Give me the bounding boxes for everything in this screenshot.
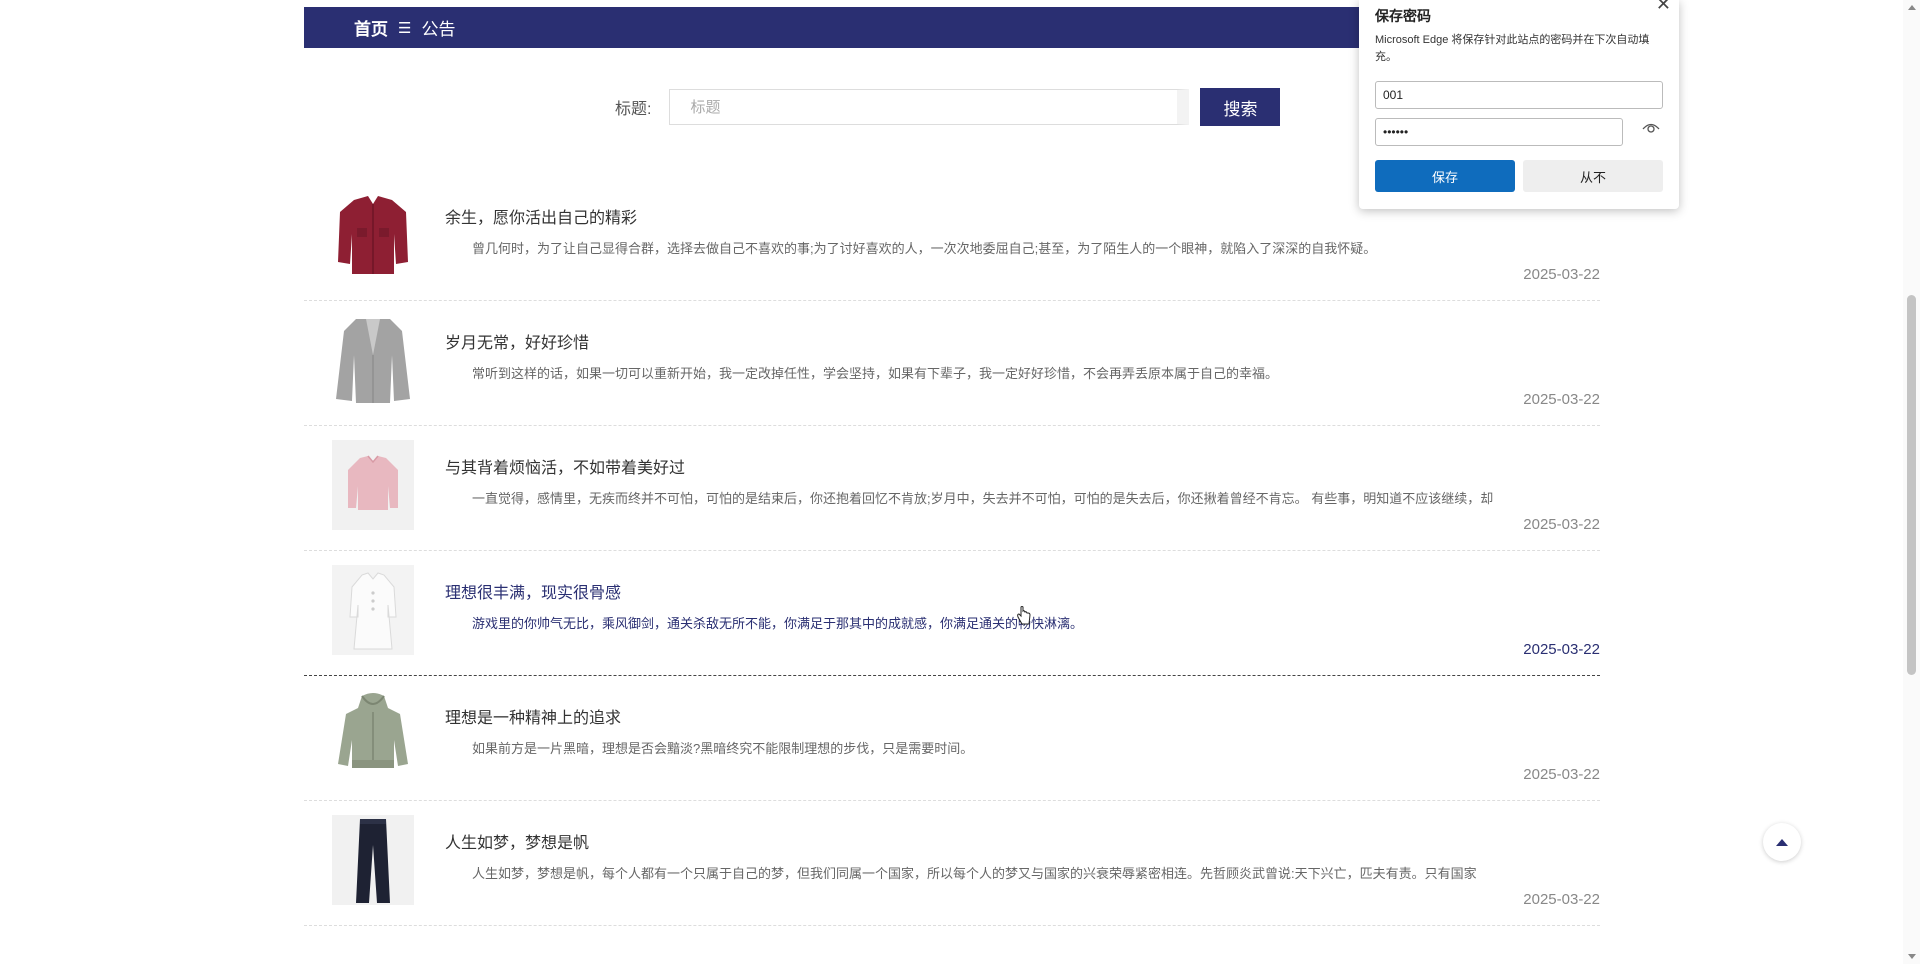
notice-thumbnail[interactable]	[332, 815, 414, 905]
notice-summary: 一直觉得，感情里，无疾而终并不可怕，可怕的是结束后，你还抱着回忆不肯放;岁月中，…	[472, 491, 1494, 506]
notice-thumbnail[interactable]	[332, 315, 414, 405]
search-button[interactable]: 搜索	[1200, 88, 1281, 126]
show-password-eye-icon[interactable]	[1642, 121, 1660, 140]
save-password-button[interactable]: 保存	[1375, 160, 1515, 192]
notice-title[interactable]: 与其背着烦恼活，不如带着美好过	[445, 454, 685, 478]
search-bar: 标题: 搜索	[615, 88, 1281, 126]
scroll-up-icon[interactable]	[1908, 5, 1916, 10]
breadcrumb-home-link[interactable]: 首页	[354, 15, 388, 40]
notice-thumbnail[interactable]	[332, 440, 414, 530]
notice-summary: 曾几何时，为了让自己显得合群，选择去做自己不喜欢的事;为了讨好喜欢的人，一次次地…	[472, 241, 1377, 256]
notice-list: 余生，愿你活出自己的精彩 曾几何时，为了让自己显得合群，选择去做自己不喜欢的事;…	[304, 176, 1600, 926]
notice-title[interactable]: 余生，愿你活出自己的精彩	[445, 204, 637, 228]
dialog-description: Microsoft Edge 将保存针对此站点的密码并在下次自动填充。	[1375, 34, 1650, 63]
breadcrumb-separator-icon: ☰	[398, 19, 412, 37]
page-scrollbar[interactable]	[1903, 0, 1920, 964]
scrollbar-thumb[interactable]	[1907, 295, 1916, 675]
notice-summary: 常听到这样的话，如果一切可以重新开始，我一定改掉任性，学会坚持，如果有下辈子，我…	[472, 366, 1279, 381]
notice-date: 2025-03-22	[1523, 641, 1600, 658]
notice-item[interactable]: 理想很丰满，现实很骨感 游戏里的你帅气无比，乘风御剑，通关杀敌无所不能，你满足于…	[304, 551, 1600, 676]
notice-item[interactable]: 人生如梦，梦想是帆 人生如梦，梦想是帆，每个人都有一个只属于自己的梦，但我们同属…	[304, 801, 1600, 926]
never-save-button[interactable]: 从不	[1523, 160, 1663, 192]
save-password-dialog: 保存密码 ✕ Microsoft Edge 将保存针对此站点的密码并在下次自动填…	[1359, 0, 1679, 209]
back-to-top-button[interactable]	[1763, 823, 1801, 861]
notice-page: 首页 ☰ 公告 标题: 搜索 余生，愿你活出自己的精彩 曾几何时，为了让自己显得…	[0, 0, 1920, 964]
hand-cursor-icon	[1017, 606, 1031, 631]
username-field[interactable]	[1375, 81, 1663, 109]
notice-summary: 如果前方是一片黑暗，理想是否会黯淡?黑暗终究不能限制理想的步伐，只是需要时间。	[472, 741, 974, 756]
notice-date: 2025-03-22	[1523, 391, 1600, 408]
scroll-down-icon[interactable]	[1908, 954, 1916, 959]
notice-item[interactable]: 岁月无常，好好珍惜 常听到这样的话，如果一切可以重新开始，我一定改掉任性，学会坚…	[304, 301, 1600, 426]
notice-date: 2025-03-22	[1523, 516, 1600, 533]
notice-title[interactable]: 理想很丰满，现实很骨感	[445, 579, 621, 603]
notice-date: 2025-03-22	[1523, 891, 1600, 908]
close-icon[interactable]: ✕	[1656, 0, 1671, 15]
notice-summary: 人生如梦，梦想是帆，每个人都有一个只属于自己的梦，但我们同属一个国家，所以每个人…	[472, 866, 1477, 881]
title-search-input[interactable]	[669, 89, 1190, 125]
notice-title[interactable]: 理想是一种精神上的追求	[445, 704, 621, 728]
notice-thumbnail[interactable]	[332, 190, 414, 280]
notice-item[interactable]: 与其背着烦恼活，不如带着美好过 一直觉得，感情里，无疾而终并不可怕，可怕的是结束…	[304, 426, 1600, 551]
dialog-title: 保存密码	[1375, 8, 1431, 24]
arrow-up-icon	[1776, 838, 1788, 846]
notice-date: 2025-03-22	[1523, 266, 1600, 283]
notice-title[interactable]: 岁月无常，好好珍惜	[445, 329, 589, 353]
password-field[interactable]	[1375, 118, 1623, 146]
search-label: 标题:	[615, 101, 652, 118]
notice-title[interactable]: 人生如梦，梦想是帆	[445, 829, 589, 853]
notice-thumbnail[interactable]	[332, 690, 414, 780]
notice-thumbnail[interactable]	[332, 565, 414, 655]
notice-item[interactable]: 理想是一种精神上的追求 如果前方是一片黑暗，理想是否会黯淡?黑暗终究不能限制理想…	[304, 676, 1600, 801]
breadcrumb-current: 公告	[421, 20, 456, 39]
notice-date: 2025-03-22	[1523, 766, 1600, 783]
